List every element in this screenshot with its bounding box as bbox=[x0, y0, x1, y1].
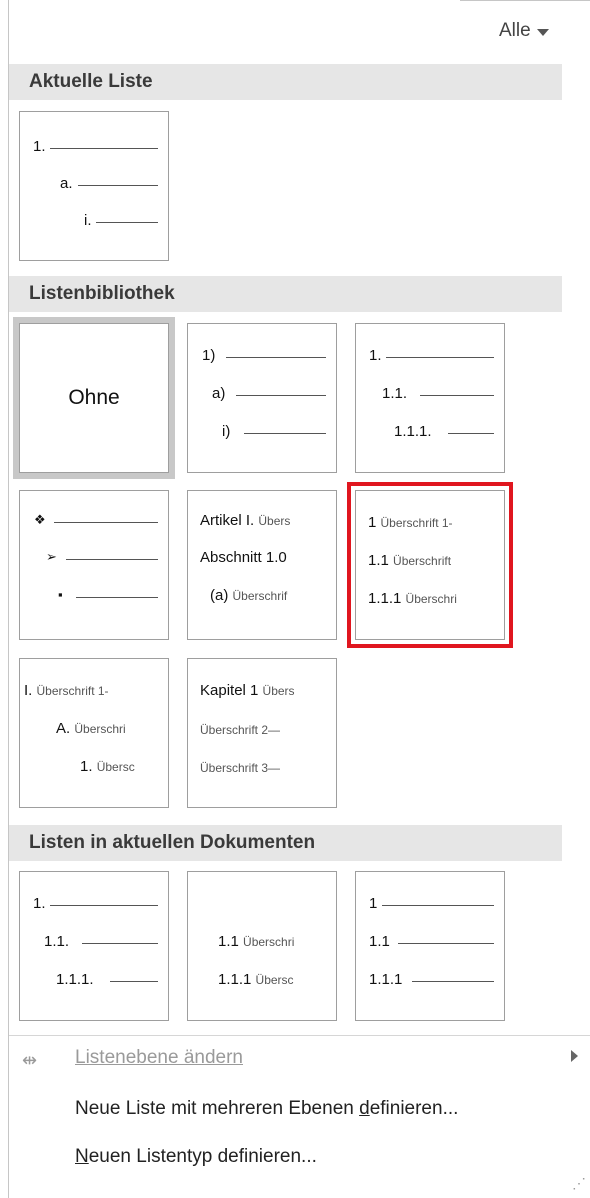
level-2-line bbox=[66, 559, 158, 560]
menu-separator bbox=[9, 1035, 590, 1036]
menu-text: euen Listentyp definieren... bbox=[88, 1146, 317, 1167]
none-label: Ohne bbox=[68, 386, 120, 409]
menu-define-multilevel-list[interactable]: Neue Liste mit mehreren Ebenen definiere… bbox=[75, 1098, 458, 1120]
level-1-number: Artikel I. bbox=[200, 512, 255, 529]
level-3-number: i) bbox=[222, 423, 231, 440]
level-2-number: Abschnitt 1.0 bbox=[200, 549, 287, 566]
level-1-number: 1 bbox=[369, 895, 378, 912]
list-tile-article[interactable]: Artikel I. Übers Abschnitt 1.0 (a) Übers… bbox=[187, 490, 337, 640]
level-3-heading: Überschrift 3— bbox=[200, 761, 281, 775]
level-3-line bbox=[110, 981, 158, 982]
level-2-heading: Überschrift bbox=[393, 554, 452, 568]
indent-arrows-icon: ⇹ bbox=[22, 1050, 38, 1070]
level-1-line bbox=[50, 148, 158, 149]
level-3-number: (a) bbox=[210, 587, 229, 604]
level-2-number: a. bbox=[60, 175, 73, 192]
level-2-number: 1.1 bbox=[368, 552, 389, 569]
level-2-number: 1.1 bbox=[218, 933, 239, 950]
level-2-number: 1.1. bbox=[382, 385, 408, 402]
list-tile-none[interactable]: Ohne bbox=[13, 317, 175, 479]
level-1-number: I. bbox=[24, 682, 33, 699]
level-2-heading: Überschri bbox=[243, 935, 295, 949]
level-1-line bbox=[54, 522, 158, 523]
level-1-number: 1 bbox=[368, 514, 377, 531]
level-1-heading: Übers bbox=[262, 684, 295, 698]
level-1-heading: Überschrift 1- bbox=[380, 516, 453, 530]
level-3-heading: Übersc bbox=[96, 760, 135, 774]
level-2-heading: Überschrift 2— bbox=[200, 723, 281, 737]
list-tile-decimal[interactable]: 1. 1.1. 1.1.1. bbox=[355, 323, 505, 473]
menu-text: efinieren... bbox=[369, 1098, 459, 1119]
level-3-line bbox=[448, 433, 494, 434]
section-header-library: Listenbibliothek bbox=[9, 276, 562, 312]
level-2-number: 1.1. bbox=[44, 933, 70, 950]
level-1-number: 1. bbox=[33, 895, 46, 912]
level-1-number: 1. bbox=[369, 347, 382, 364]
level-1-number: 1) bbox=[202, 347, 216, 364]
list-tile-bullets[interactable]: ❖ ➢ ▪ bbox=[19, 490, 169, 640]
dropdown-caret-icon bbox=[536, 28, 549, 36]
menu-text: Neue Liste mit mehreren Ebenen bbox=[75, 1098, 360, 1119]
list-tile-kapitel[interactable]: Kapitel 1 Übers Überschrift 2— Überschri… bbox=[187, 658, 337, 808]
level-2-line bbox=[420, 395, 494, 396]
level-1-line bbox=[386, 357, 494, 358]
level-1-number: 1. bbox=[33, 138, 46, 155]
level-3-number: 1.1.1 bbox=[369, 971, 403, 988]
square-bullet-icon: ▪ bbox=[58, 587, 63, 602]
level-2-number: 1.1 bbox=[369, 933, 390, 950]
level-1-line bbox=[226, 357, 326, 358]
level-2-line bbox=[78, 185, 158, 186]
section-header-documents: Listen in aktuellen Dokumenten bbox=[9, 825, 562, 861]
level-3-line bbox=[96, 222, 158, 223]
level-1-heading: Übers bbox=[258, 514, 291, 528]
panel-top-border bbox=[460, 0, 590, 1]
level-3-heading: Überschri bbox=[405, 592, 457, 606]
section-header-current: Aktuelle Liste bbox=[9, 64, 562, 100]
menu-change-list-level-label: Listenebene ändern bbox=[75, 1047, 243, 1068]
level-1-heading: Überschrift 1- bbox=[36, 684, 109, 698]
level-2-line bbox=[236, 395, 326, 396]
resize-grip-icon[interactable]: ⋰ bbox=[572, 1175, 586, 1192]
level-3-number: 1.1.1. bbox=[394, 423, 432, 440]
level-3-heading: Überschrif bbox=[232, 589, 288, 603]
list-tile-doc-3[interactable]: 1 1.1 1.1.1 bbox=[355, 871, 505, 1021]
level-3-number: 1.1.1. bbox=[56, 971, 94, 988]
level-2-line bbox=[398, 943, 494, 944]
level-3-number: 1. bbox=[80, 758, 93, 775]
menu-change-list-level[interactable]: Listenebene ändern bbox=[75, 1047, 243, 1069]
level-3-number: 1.1.1 bbox=[218, 971, 252, 988]
level-3-line bbox=[412, 981, 494, 982]
level-2-heading: Überschri bbox=[74, 722, 126, 736]
diamond-bullet-icon: ❖ bbox=[34, 512, 46, 527]
level-1-number: Kapitel 1 bbox=[200, 682, 259, 699]
level-2-line bbox=[82, 943, 158, 944]
filter-dropdown[interactable]: Alle bbox=[499, 20, 549, 42]
level-2-number: a) bbox=[212, 385, 226, 402]
list-tile-roman[interactable]: I. Überschrift 1- A. Überschri 1. Übersc bbox=[19, 658, 169, 808]
list-tile-doc-1[interactable]: 1. 1.1. 1.1.1. bbox=[19, 871, 169, 1021]
panel-border bbox=[8, 0, 9, 1198]
arrow-bullet-icon: ➢ bbox=[46, 549, 57, 564]
filter-label: Alle bbox=[499, 20, 531, 41]
menu-define-list-style[interactable]: Neuen Listentyp definieren... bbox=[75, 1146, 317, 1168]
chevron-right-icon bbox=[571, 1050, 578, 1062]
list-tile-doc-2[interactable]: 1.1 Überschri 1.1.1 Übersc bbox=[187, 871, 337, 1021]
level-3-line bbox=[76, 597, 158, 598]
level-1-line bbox=[382, 905, 494, 906]
list-tile-current[interactable]: 1. a. i. bbox=[19, 111, 169, 261]
level-3-number: i. bbox=[84, 212, 92, 229]
level-3-line bbox=[244, 433, 326, 434]
menu-accelerator: N bbox=[75, 1146, 89, 1167]
level-1-line bbox=[50, 905, 158, 906]
level-2-number: A. bbox=[56, 720, 71, 737]
level-3-number: 1.1.1 bbox=[368, 590, 402, 607]
menu-accelerator: d bbox=[359, 1098, 370, 1119]
level-3-heading: Übersc bbox=[255, 973, 294, 987]
list-tile-heading-numbered[interactable]: 1 Überschrift 1- 1.1 Überschrift 1.1.1 Ü… bbox=[347, 482, 513, 648]
list-tile-paren[interactable]: 1) a) i) bbox=[187, 323, 337, 473]
